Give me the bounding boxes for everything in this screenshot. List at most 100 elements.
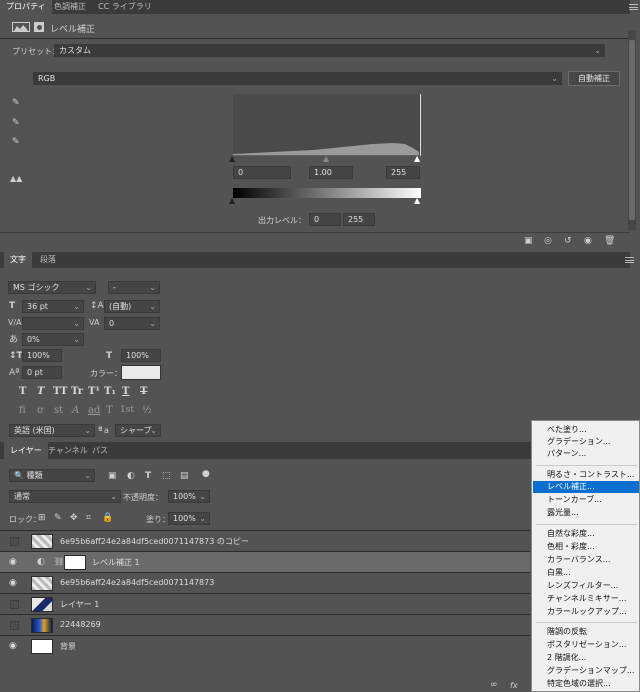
visibility-toggle[interactable] bbox=[10, 621, 19, 630]
filter-pixel-icon[interactable]: ▣ bbox=[108, 471, 117, 481]
discretionary-ligature-button[interactable]: ơ bbox=[37, 405, 43, 416]
menu-item-vibrance[interactable]: 自然な彩度... bbox=[533, 528, 639, 540]
midtone-slider[interactable]: ▲ bbox=[323, 154, 329, 164]
faux-italic-button[interactable]: T bbox=[37, 386, 44, 397]
tab-paragraph[interactable]: 段落 bbox=[34, 252, 62, 268]
underline-button[interactable]: T bbox=[122, 386, 129, 397]
menu-item-levels[interactable]: レベル補正... bbox=[533, 481, 639, 493]
filter-toggle-icon[interactable]: ● bbox=[202, 469, 210, 479]
reset-icon[interactable]: ↺ bbox=[564, 236, 572, 246]
preset-select[interactable]: カスタム ⌄ bbox=[54, 44, 605, 57]
opacity-field[interactable]: 100% ⌄ bbox=[168, 490, 210, 503]
layer-row-selected[interactable]: ◉ ◐ ⛓ レベル補正 1 bbox=[0, 552, 530, 572]
input-black-field[interactable]: 0 bbox=[233, 166, 291, 179]
menu-item-channel-mixer[interactable]: チャンネルミキサー... bbox=[533, 593, 639, 605]
input-gamma-field[interactable]: 1.00 bbox=[309, 166, 353, 179]
black-point-slider[interactable]: ▲ bbox=[229, 154, 235, 164]
layer-row[interactable]: ◉ 6e95b6aff24e2a84df5ced0071147873 bbox=[0, 573, 530, 593]
stylistic-alternates-button[interactable]: st bbox=[54, 405, 63, 416]
eye-icon[interactable]: ◉ bbox=[9, 578, 17, 588]
superscript-button[interactable]: T¹ bbox=[88, 386, 100, 397]
filter-adjustment-icon[interactable]: ◐ bbox=[127, 471, 135, 481]
mask-icon[interactable] bbox=[34, 22, 44, 32]
swash-button[interactable]: A bbox=[72, 405, 79, 416]
text-color-swatch[interactable] bbox=[121, 365, 161, 380]
blend-mode-select[interactable]: 通常 ⌄ bbox=[9, 490, 121, 503]
filter-type-icon[interactable]: T bbox=[145, 471, 151, 481]
filter-smart-object-icon[interactable]: ▤ bbox=[180, 471, 189, 481]
menu-item-color-lookup[interactable]: カラールックアップ... bbox=[533, 606, 639, 618]
view-previous-icon[interactable]: ◎ bbox=[544, 236, 552, 246]
horizontal-scale-field[interactable]: 100% bbox=[121, 349, 161, 362]
link-icon[interactable]: ⛓ bbox=[54, 557, 64, 567]
titling-alternates-button[interactable]: ad bbox=[88, 405, 100, 416]
menu-item-color-balance[interactable]: カラーバランス... bbox=[533, 554, 639, 566]
font-family-select[interactable]: MS ゴシック ⌄ bbox=[8, 281, 96, 294]
layer-mask-thumbnail[interactable] bbox=[64, 555, 86, 570]
lock-transparency-icon[interactable]: ⊞ bbox=[38, 513, 46, 523]
white-point-slider[interactable]: ▲ bbox=[414, 154, 420, 164]
eyedropper-white-icon[interactable]: ✎ bbox=[12, 137, 20, 147]
language-select[interactable]: 英語 (米国) ⌄ bbox=[9, 424, 95, 437]
eyedropper-black-icon[interactable]: ✎ bbox=[12, 98, 20, 108]
clipping-warning-icon[interactable]: ▲▲ bbox=[10, 174, 22, 184]
menu-item-photo-filter[interactable]: レンズフィルター... bbox=[533, 580, 639, 592]
lock-position-icon[interactable]: ✥ bbox=[70, 513, 78, 523]
tsume-field[interactable]: 0% ⌄ bbox=[22, 333, 84, 346]
menu-item-hue-saturation[interactable]: 色相・彩度... bbox=[533, 541, 639, 553]
font-size-field[interactable]: 36 pt ⌄ bbox=[22, 300, 84, 313]
input-white-field[interactable]: 255 bbox=[386, 166, 420, 179]
visibility-toggle[interactable] bbox=[10, 537, 19, 546]
subscript-button[interactable]: T₁ bbox=[104, 386, 116, 397]
auto-button[interactable]: 自動補正 bbox=[568, 71, 620, 86]
contextual-alternates-button[interactable]: T bbox=[106, 405, 113, 416]
properties-scrollbar[interactable] bbox=[628, 30, 636, 230]
scrollbar-thumb[interactable] bbox=[629, 40, 635, 220]
fx-button[interactable]: fx bbox=[510, 681, 518, 690]
faux-bold-button[interactable]: T bbox=[19, 386, 26, 397]
menu-item-threshold[interactable]: 2 階調化... bbox=[533, 652, 639, 664]
menu-item-brightness-contrast[interactable]: 明るさ・コントラスト... bbox=[533, 469, 639, 481]
trash-icon[interactable]: 🗑 bbox=[604, 236, 615, 246]
output-white-slider[interactable]: ▲ bbox=[414, 196, 420, 206]
lock-all-icon[interactable]: 🔒 bbox=[102, 513, 113, 523]
properties-menu-icon[interactable] bbox=[629, 4, 638, 10]
menu-item-black-white[interactable]: 白黒... bbox=[533, 567, 639, 579]
layer-row[interactable]: 22448269 bbox=[0, 615, 530, 635]
kerning-field[interactable]: ⌄ bbox=[22, 317, 84, 330]
strikethrough-button[interactable]: T bbox=[140, 386, 147, 397]
menu-item-selective-color[interactable]: 特定色域の選択... bbox=[533, 678, 639, 690]
channel-select[interactable]: RGB ⌄ bbox=[33, 72, 562, 85]
menu-item-curves[interactable]: トーンカーブ... bbox=[533, 494, 639, 506]
menu-item-solid-color[interactable]: べた塗り... bbox=[533, 424, 639, 436]
layer-filter-select[interactable]: 🔍 種類 ⌄ bbox=[9, 469, 95, 482]
menu-item-invert[interactable]: 階調の反転 bbox=[533, 626, 639, 638]
layer-row[interactable]: ◉ 背景 bbox=[0, 636, 530, 656]
lock-paint-icon[interactable]: ✎ bbox=[54, 513, 62, 523]
tab-adjustments[interactable]: 色調補正 bbox=[48, 0, 92, 14]
leading-field[interactable]: (自動) ⌄ bbox=[104, 300, 160, 313]
tab-character[interactable]: 文字 bbox=[4, 252, 32, 268]
link-layers-icon[interactable]: ∞ bbox=[490, 680, 498, 690]
eyedropper-gray-icon[interactable]: ✎ bbox=[12, 118, 20, 128]
tracking-field[interactable]: 0 ⌄ bbox=[104, 317, 160, 330]
font-style-select[interactable]: - ⌄ bbox=[108, 281, 160, 294]
eye-icon[interactable]: ◉ bbox=[9, 641, 17, 651]
small-caps-button[interactable]: Tr bbox=[71, 386, 83, 397]
menu-item-exposure[interactable]: 露光量... bbox=[533, 507, 639, 519]
menu-item-pattern[interactable]: パターン... bbox=[533, 448, 639, 460]
baseline-shift-field[interactable]: 0 pt bbox=[22, 366, 62, 379]
tab-paths[interactable]: パス bbox=[86, 442, 114, 459]
output-white-field[interactable]: 255 bbox=[343, 213, 375, 226]
output-black-field[interactable]: 0 bbox=[309, 213, 341, 226]
filter-shape-icon[interactable]: ⬚ bbox=[162, 471, 171, 481]
panel-menu-icon[interactable] bbox=[625, 257, 634, 263]
clip-to-layer-icon[interactable]: ▣ bbox=[524, 236, 533, 246]
vertical-scale-field[interactable]: 100% bbox=[22, 349, 62, 362]
all-caps-button[interactable]: TT bbox=[53, 386, 68, 397]
tab-properties[interactable]: プロパティ bbox=[0, 0, 52, 14]
menu-item-gradient[interactable]: グラデーション... bbox=[533, 436, 639, 448]
fill-field[interactable]: 100% ⌄ bbox=[168, 512, 210, 525]
output-black-slider[interactable]: ▲ bbox=[229, 196, 235, 206]
menu-item-gradient-map[interactable]: グラデーションマップ... bbox=[533, 665, 639, 677]
